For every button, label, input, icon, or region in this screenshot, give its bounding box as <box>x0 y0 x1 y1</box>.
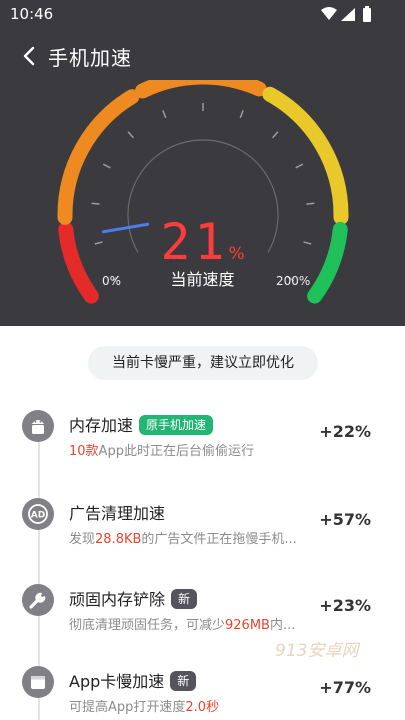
item-highlight: 28.8KB <box>95 532 142 547</box>
chevron-left-icon <box>23 46 35 66</box>
title-bar: 手机加速 <box>0 38 405 74</box>
item-description: 彻底清理顽固任务，可减少926MB内... <box>69 614 305 633</box>
warning-banner: 当前卡慢严重，建议立即优化 <box>88 346 318 380</box>
back-button[interactable] <box>16 42 44 70</box>
android-icon <box>22 410 54 442</box>
item-text: App此时正在后台偷偷运行 <box>98 444 254 459</box>
speed-header-panel: 10:46 手机加速 21% 当前速度 0% 200% <box>0 0 405 326</box>
gauge-min-label: 0% <box>102 274 122 288</box>
item-gain: +22% <box>319 422 371 441</box>
list-item-stubborn-memory[interactable]: 顽固内存铲除新 彻底清理顽固任务，可减少926MB内... +23% <box>0 584 405 644</box>
ad-icon: AD <box>22 498 54 530</box>
gauge-tick <box>306 202 315 205</box>
gauge-tick <box>91 202 100 205</box>
status-time: 10:46 <box>10 5 54 23</box>
gauge-arc-amber <box>135 80 267 99</box>
speed-readout: 21% <box>0 213 405 271</box>
item-title: 广告清理加速 <box>69 504 166 523</box>
speed-label: 当前速度 <box>170 270 235 289</box>
item-prefix: 可提高App打开速度 <box>69 700 186 715</box>
item-highlight: 10款 <box>69 444 99 459</box>
status-icons <box>319 6 377 28</box>
speed-unit: % <box>228 244 245 264</box>
signal-icon <box>341 8 355 21</box>
page-title: 手机加速 <box>48 46 132 70</box>
item-prefix: 发现 <box>69 532 96 547</box>
item-highlight: 926MB <box>225 618 270 633</box>
list-item-memory-boost[interactable]: 内存加速 原手机加速 10款App此时正在后台偷偷运行 +22% <box>0 410 405 470</box>
item-gain: +57% <box>319 510 371 529</box>
gauge-tick <box>239 110 244 119</box>
item-gain: +77% <box>319 678 371 697</box>
battery-icon <box>363 8 371 22</box>
item-text: 的广告文件正在拖慢手机... <box>141 532 297 547</box>
new-badge: 新 <box>171 589 198 609</box>
item-badge: 原手机加速 <box>139 415 214 435</box>
wifi-icon <box>321 7 337 20</box>
list-item-ad-clean[interactable]: AD 广告清理加速 发现28.8KB的广告文件正在拖慢手机... +57% <box>0 498 405 558</box>
wrench-icon <box>22 584 54 616</box>
gauge-tick <box>102 163 111 169</box>
new-badge: 新 <box>170 671 197 691</box>
gauge-arc-yellow <box>262 86 349 225</box>
item-prefix: 彻底清理顽固任务，可减少 <box>69 618 226 633</box>
watermark: 913安卓网 <box>275 641 359 661</box>
gauge-tick <box>295 163 304 169</box>
item-highlight: 2.0秒 <box>185 700 220 715</box>
item-title: App卡慢加速 <box>69 672 165 691</box>
window-icon <box>22 666 54 698</box>
speed-value: 21 <box>160 213 229 271</box>
item-description: 可提高App打开速度2.0秒 <box>69 696 305 715</box>
gauge-tick <box>127 131 134 139</box>
list-item-app-boost[interactable]: App卡慢加速新 可提高App打开速度2.0秒 +77% <box>0 666 405 720</box>
gauge-tick <box>272 131 279 139</box>
svg-text:AD: AD <box>31 511 45 521</box>
gauge-arc-orange <box>57 89 140 225</box>
item-gain: +23% <box>319 596 371 615</box>
item-description: 发现28.8KB的广告文件正在拖慢手机... <box>69 528 305 547</box>
gauge-tick <box>162 110 167 119</box>
item-text: 内... <box>269 618 296 633</box>
item-title: 顽固内存铲除 <box>69 590 166 609</box>
gauge-max-label: 200% <box>276 274 311 288</box>
item-title: 内存加速 <box>69 416 134 435</box>
item-description: 10款App此时正在后台偷偷运行 <box>69 440 305 459</box>
status-bar: 10:46 <box>0 0 405 30</box>
